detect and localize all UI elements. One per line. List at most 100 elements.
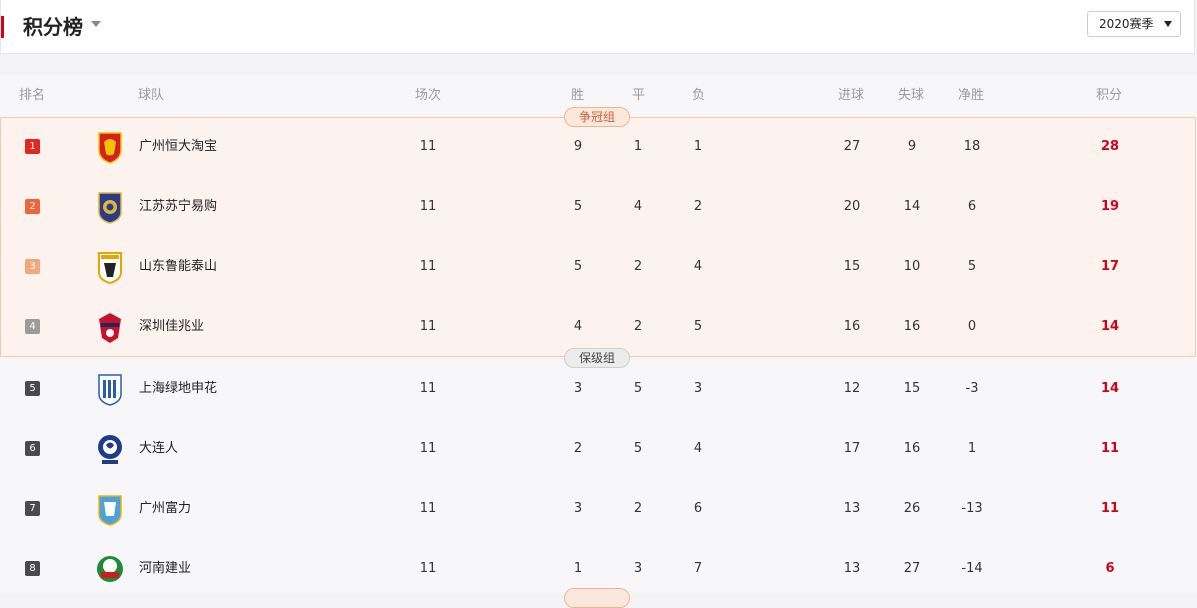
cell-points: 6: [1105, 561, 1115, 576]
chevron-down-icon[interactable]: [91, 21, 101, 27]
team-name[interactable]: 广州富力: [139, 501, 191, 517]
cell-gd: 1: [967, 441, 977, 456]
cell-points: 11: [1100, 441, 1120, 456]
team-name[interactable]: 河南建业: [139, 561, 191, 577]
cell-drawn: 5: [633, 381, 643, 396]
cell-ga: 9: [907, 139, 917, 154]
cell-gf: 12: [843, 381, 861, 396]
cell-played: 11: [419, 199, 437, 214]
column-header-points: 积分: [1096, 88, 1123, 103]
cell-played: 11: [419, 319, 437, 334]
cell-drawn: 1: [633, 139, 643, 154]
cell-ga: 16: [903, 441, 921, 456]
cell-won: 2: [573, 441, 583, 456]
table-row[interactable]: 3 山东鲁能泰山 11 5 2 4 15 10 5 17: [0, 237, 1197, 297]
cell-won: 3: [573, 501, 583, 516]
cell-gd: 0: [967, 319, 977, 334]
cell-won: 5: [573, 199, 583, 214]
cell-drawn: 5: [633, 441, 643, 456]
shenzhen-kaisa-logo[interactable]: [96, 310, 124, 344]
cell-gf: 20: [843, 199, 861, 214]
rank-badge: 1: [25, 139, 40, 154]
henan-jianye-logo[interactable]: [96, 552, 124, 586]
cell-lost: 3: [693, 381, 703, 396]
team-name[interactable]: 大连人: [139, 441, 178, 457]
column-header-lost: 负: [692, 88, 706, 103]
cell-gf: 27: [843, 139, 861, 154]
cell-ga: 14: [903, 199, 921, 214]
cell-lost: 6: [693, 501, 703, 516]
cell-gd: -3: [965, 381, 979, 396]
title-accent-bar: [1, 16, 4, 38]
next-group-label-partial: [564, 588, 630, 608]
guangzhou-rf-logo[interactable]: [96, 492, 124, 526]
cell-won: 4: [573, 319, 583, 334]
cell-points: 19: [1100, 199, 1120, 214]
cell-gf: 13: [843, 561, 861, 576]
cell-gd: -13: [961, 501, 983, 516]
cell-drawn: 2: [633, 259, 643, 274]
shandong-luneng-logo[interactable]: [96, 250, 124, 285]
cell-gd: 6: [967, 199, 977, 214]
cell-points: 14: [1100, 381, 1120, 396]
dalian-pro-logo[interactable]: [96, 432, 124, 466]
top-bar: 积分榜 2020赛季: [0, 0, 1195, 54]
cell-gf: 15: [843, 259, 861, 274]
rank-badge: 3: [25, 259, 40, 274]
cell-played: 11: [419, 139, 437, 154]
season-select[interactable]: 2020赛季: [1087, 11, 1181, 37]
relegation-group-label: 保级组: [564, 348, 630, 368]
table-row[interactable]: 2 江苏苏宁易购 11 5 4 2 20 14 6 19: [0, 177, 1197, 237]
column-header-goals-against: 失球: [898, 88, 925, 103]
table-row[interactable]: 5 上海绿地申花 11 3 5 3 12 15 -3 14: [0, 359, 1197, 419]
cell-drawn: 4: [633, 199, 643, 214]
cell-played: 11: [419, 561, 437, 576]
cell-lost: 2: [693, 199, 703, 214]
jiangsu-suning-logo[interactable]: [96, 190, 124, 224]
cell-won: 1: [573, 561, 583, 576]
rank-badge: 8: [25, 561, 40, 576]
cell-played: 11: [419, 501, 437, 516]
cell-gf: 13: [843, 501, 861, 516]
cell-ga: 27: [903, 561, 921, 576]
cell-lost: 1: [693, 139, 703, 154]
column-header-goal-difference: 净胜: [958, 88, 985, 103]
team-name[interactable]: 上海绿地申花: [139, 381, 217, 397]
team-name[interactable]: 深圳佳兆业: [139, 319, 204, 335]
cell-lost: 4: [693, 441, 703, 456]
season-select-value: 2020赛季: [1099, 17, 1154, 31]
cell-ga: 15: [903, 381, 921, 396]
cell-won: 9: [573, 139, 583, 154]
column-header-drawn: 平: [632, 88, 646, 103]
column-header-won: 胜: [571, 88, 585, 103]
championship-group-label: 争冠组: [564, 107, 630, 127]
rank-badge: 7: [25, 501, 40, 516]
guangzhou-evergrande-logo[interactable]: [96, 130, 124, 164]
cell-drawn: 2: [633, 501, 643, 516]
cell-drawn: 3: [633, 561, 643, 576]
cell-gd: 18: [963, 139, 981, 154]
cell-gf: 16: [843, 319, 861, 334]
cell-lost: 7: [693, 561, 703, 576]
table-row[interactable]: 6 大连人 11 2 5 4 17 16 1 11: [0, 419, 1197, 479]
team-name[interactable]: 广州恒大淘宝: [139, 139, 217, 155]
shanghai-shenhua-logo[interactable]: [96, 372, 124, 406]
cell-won: 5: [573, 259, 583, 274]
cell-ga: 16: [903, 319, 921, 334]
cell-played: 11: [419, 381, 437, 396]
page-title[interactable]: 积分榜: [23, 13, 83, 41]
cell-gd: 5: [967, 259, 977, 274]
rank-badge: 2: [25, 199, 40, 214]
team-name[interactable]: 江苏苏宁易购: [139, 199, 217, 215]
rank-badge: 4: [25, 319, 40, 334]
cell-played: 11: [419, 259, 437, 274]
table-row[interactable]: 7 广州富力 11 3 2 6 13 26 -13 11: [0, 479, 1197, 539]
rank-badge: 6: [25, 441, 40, 456]
cell-won: 3: [573, 381, 583, 396]
cell-points: 28: [1100, 139, 1120, 154]
cell-gd: -14: [961, 561, 983, 576]
team-name[interactable]: 山东鲁能泰山: [139, 259, 217, 275]
cell-ga: 10: [903, 259, 921, 274]
cell-points: 14: [1100, 319, 1120, 334]
column-header-goals-for: 进球: [838, 88, 865, 103]
